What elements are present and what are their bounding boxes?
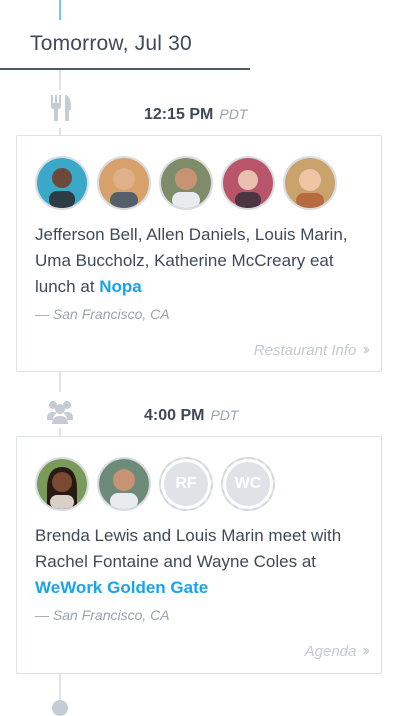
day-header-label: Tomorrow, Jul 30: [30, 32, 192, 55]
timeline-node: [52, 700, 68, 716]
separator: ,: [342, 225, 348, 244]
event-card-lunch[interactable]: Jefferson Bell, Allen Daniels, Louis Mar…: [16, 135, 382, 372]
timeline-line: [59, 68, 61, 90]
separator: ,: [144, 251, 155, 270]
avatar[interactable]: [283, 156, 337, 210]
double-chevron-right-icon: ››: [362, 341, 369, 358]
avatar[interactable]: [35, 156, 89, 210]
attendee-name[interactable]: Brenda Lewis: [35, 526, 138, 545]
avatar[interactable]: [97, 457, 151, 511]
venue-link[interactable]: WeWork Golden Gate: [35, 578, 208, 597]
agenda-label: Agenda: [304, 642, 357, 660]
invitee-initials-avatar[interactable]: RF: [159, 457, 213, 511]
attendee-name[interactable]: Katherine McCreary: [154, 251, 305, 270]
event-time: 4:00 PM: [144, 407, 205, 424]
restaurant-info-button[interactable]: Restaurant Info ››: [253, 341, 370, 359]
separator: ,: [245, 225, 255, 244]
attendee-name[interactable]: Louis Marin: [255, 225, 343, 244]
avatar[interactable]: [221, 156, 275, 210]
event-time-row: 12:15 PM PDT: [144, 106, 247, 124]
venue-link[interactable]: Nopa: [99, 277, 142, 296]
event-time: 12:15 PM: [144, 106, 214, 123]
event-description: Brenda Lewis and Louis Marin meet with R…: [35, 523, 365, 601]
event-timezone: PDT: [219, 106, 248, 122]
event-card-meeting[interactable]: RF WC Brenda Lewis and Louis Marin meet …: [16, 436, 382, 674]
conjunction: and: [138, 526, 176, 545]
timeline-line: [59, 428, 61, 436]
timeline-line-top: [59, 0, 61, 20]
attendee-name[interactable]: Louis Marin: [176, 526, 264, 545]
event-time-row: 4:00 PM PDT: [144, 407, 238, 425]
event-location: — San Francisco, CA: [35, 607, 170, 623]
event-description: Jefferson Bell, Allen Daniels, Louis Mar…: [35, 222, 365, 300]
attendee-name[interactable]: Allen Daniels: [146, 225, 245, 244]
conjunction: and: [158, 552, 197, 571]
day-header: Tomorrow, Jul 30: [0, 22, 250, 70]
group-icon: [44, 396, 76, 428]
double-chevron-right-icon: ››: [362, 642, 369, 659]
event-verb: meet with: [263, 526, 342, 545]
attendee-name[interactable]: Wayne Coles: [197, 552, 297, 571]
preposition: at: [297, 552, 316, 571]
attendee-name[interactable]: Jefferson Bell: [35, 225, 138, 244]
invitee-initials-avatar[interactable]: WC: [221, 457, 275, 511]
timeline-line: [59, 372, 61, 392]
event-location: — San Francisco, CA: [35, 306, 170, 322]
restaurant-info-label: Restaurant Info: [253, 341, 357, 359]
event-timezone: PDT: [210, 407, 239, 423]
attendee-name[interactable]: Uma Buccholz: [35, 251, 145, 270]
agenda-button[interactable]: Agenda ››: [304, 642, 370, 660]
avatar[interactable]: [159, 156, 213, 210]
cutlery-icon: [44, 92, 76, 124]
avatar[interactable]: [35, 457, 89, 511]
separator: ,: [137, 225, 147, 244]
attendee-name[interactable]: Rachel Fontaine: [35, 552, 159, 571]
avatar[interactable]: [97, 156, 151, 210]
